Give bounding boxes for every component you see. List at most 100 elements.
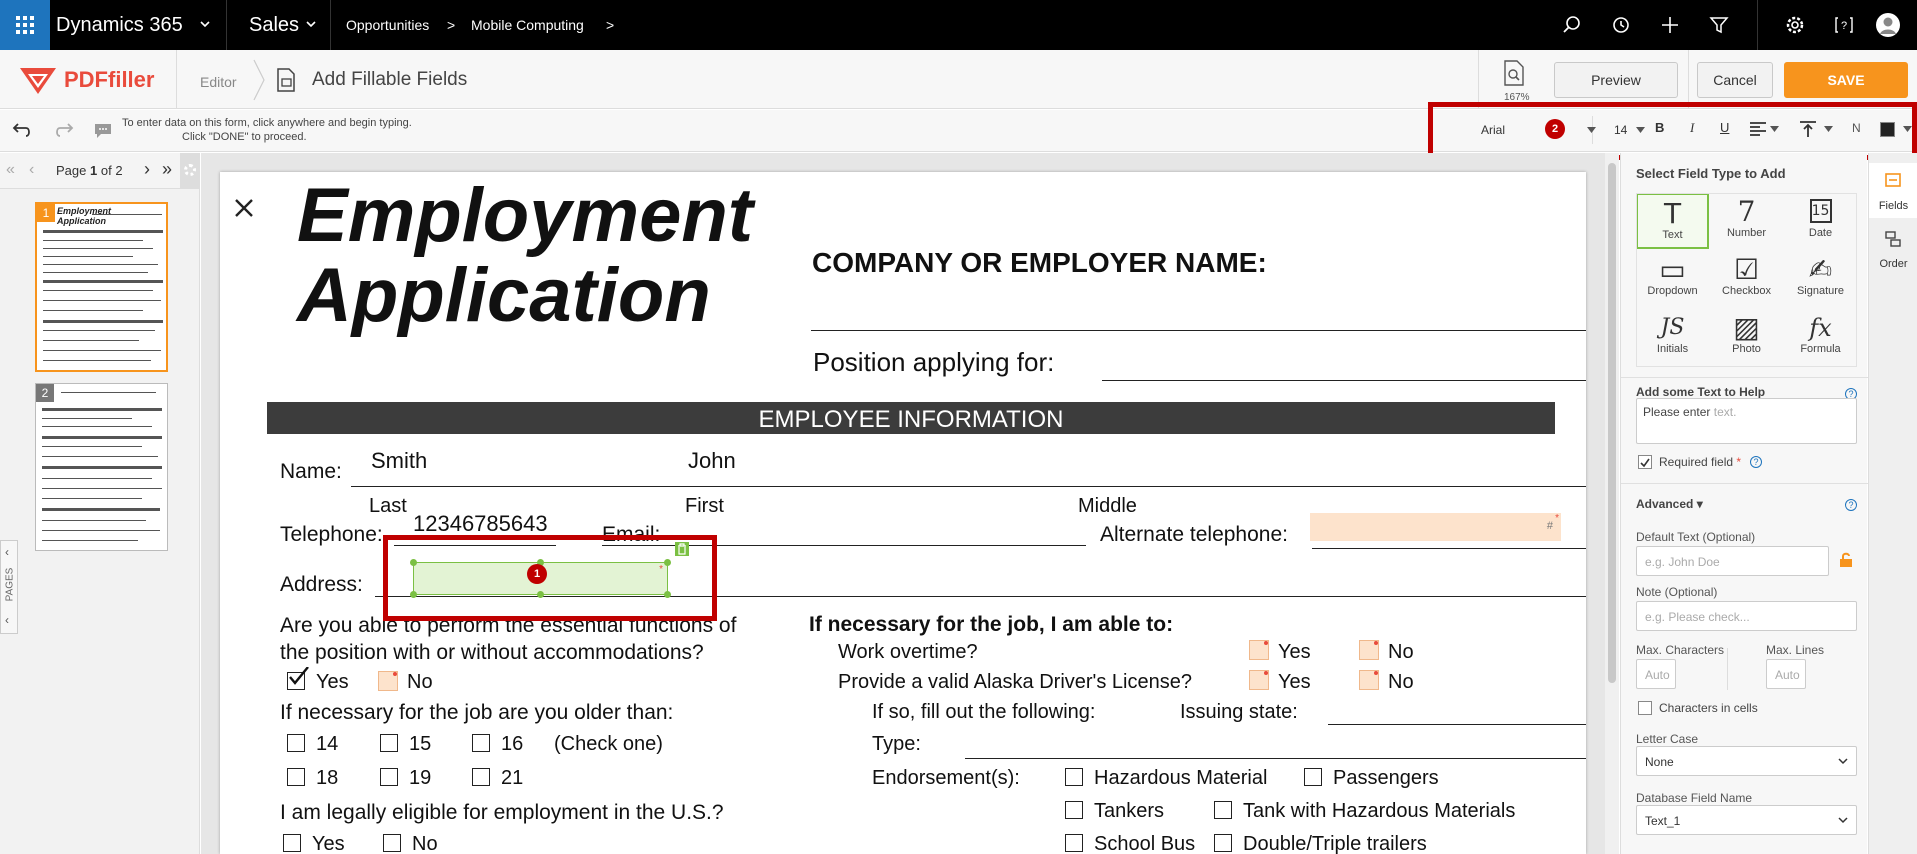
max-lines-input[interactable]: Auto [1766,659,1806,689]
age-15-checkbox[interactable] [380,734,398,752]
license-yes-field[interactable] [1249,670,1269,690]
info-icon[interactable]: ? [1750,456,1762,468]
right-tabs: Fields Order [1868,153,1917,854]
required-label: Required field * [1659,455,1742,469]
breadcrumb-separator: > [447,17,456,33]
letter-case-select[interactable]: None [1636,746,1857,776]
field-type-dropdown[interactable]: ▭ Dropdown [1636,251,1709,307]
default-text-input[interactable]: e.g. John Doe [1636,546,1829,576]
first-page-icon[interactable]: « [6,161,15,179]
max-characters-input[interactable]: Auto [1636,659,1676,689]
endorsement-school-bus-checkbox[interactable] [1065,834,1083,852]
age-21-checkbox[interactable] [472,768,490,786]
name-last-value[interactable]: Smith [371,448,427,474]
endorsement-hazardous-checkbox[interactable] [1065,768,1083,786]
pages-tab[interactable]: ‹ PAGES ‹ [0,540,18,634]
search-icon[interactable] [1562,15,1582,35]
document-scrollbar[interactable] [1605,153,1619,854]
overtime-yes-label: Yes [1278,641,1311,663]
thumbnail-page-2[interactable]: 2 [35,383,168,551]
tab-order[interactable]: Order [1869,221,1917,276]
module-name[interactable]: Sales [249,0,299,50]
endorsement-school-bus-label: School Bus [1094,833,1196,854]
name-first-value[interactable]: John [688,448,736,474]
waffle-icon [16,16,34,34]
page-indicator: Page 1 of 2 [56,163,123,178]
app-launcher-button[interactable] [0,0,50,50]
license-no-field[interactable] [1359,670,1379,690]
field-type-number[interactable]: 7 Number [1710,193,1783,249]
field-type-initials[interactable]: JS Initials [1636,309,1709,365]
chevron-down-icon[interactable] [200,21,210,29]
thumbnail-page-1[interactable]: 1 Employment Application [35,202,168,372]
chars-in-cells-checkbox[interactable] [1638,701,1652,715]
help-text-input[interactable]: Please enter text. [1636,398,1857,444]
next-page-icon[interactable]: › [144,159,150,180]
help-icon[interactable]: ? [1834,15,1854,35]
check-one-label: (Check one) [554,733,663,755]
breadcrumb-record[interactable]: Mobile Computing [471,0,584,50]
age-19-checkbox[interactable] [380,768,398,786]
alt-telephone-field[interactable]: # * [1310,513,1561,541]
breadcrumb-opportunities[interactable]: Opportunities [346,0,429,50]
endorsement-tankers-checkbox[interactable] [1065,801,1083,819]
field-type-formula[interactable]: fx Formula [1784,309,1857,365]
overtime-no-field[interactable] [1359,640,1379,660]
field-type-checkbox[interactable]: ☑ Checkbox [1710,251,1783,307]
field-type-label: Formula [1800,343,1841,355]
add-icon[interactable] [1660,15,1680,35]
able-no-label: No [407,671,433,693]
field-type-photo[interactable]: ▨ Photo [1710,309,1783,365]
able-no-field[interactable] [378,671,398,691]
redo-icon[interactable] [54,122,74,138]
close-icon[interactable] [234,198,254,218]
prev-page-icon[interactable]: ‹ [29,161,34,179]
field-type-label: Number [1726,227,1767,239]
last-page-icon[interactable]: » [162,159,172,180]
note-input[interactable]: e.g. Please check... [1636,601,1857,631]
zoom-icon[interactable] [1503,60,1525,86]
endorsement-tank-hazmat-checkbox[interactable] [1214,801,1232,819]
if-necessary-header: If necessary for the job, I am able to: [809,613,1174,636]
lock-icon[interactable] [1839,552,1853,568]
field-type-date[interactable]: 15 Date [1784,193,1857,249]
cancel-button[interactable]: Cancel [1697,62,1773,98]
document-page[interactable]: Employment Application COMPANY OR EMPLOY… [220,172,1586,854]
undo-icon[interactable] [12,122,32,138]
age-16-checkbox[interactable] [472,734,490,752]
legal-no-checkbox[interactable] [383,834,401,852]
default-text-label: Default Text (Optional) [1636,530,1756,544]
telephone-value[interactable]: 12346785643 [413,511,548,537]
endorsement-double-triple-checkbox[interactable] [1214,834,1232,852]
field-type-signature[interactable]: ✍ Signature [1784,251,1857,307]
able-yes-checkbox[interactable] [287,667,309,690]
required-checkbox[interactable] [1638,455,1652,469]
endorsement-passengers-checkbox[interactable] [1304,768,1322,786]
address-label: Address: [280,573,363,596]
scrollbar-thumb[interactable] [1608,163,1616,683]
legal-yes-checkbox[interactable] [283,834,301,852]
info-icon[interactable]: ? [1845,499,1857,511]
filter-icon[interactable] [1709,15,1729,35]
tab-fields[interactable]: Fields [1869,163,1917,218]
overtime-yes-field[interactable] [1249,640,1269,660]
doc-title-line2: Application [297,253,711,338]
max-characters-label: Max. Characters [1636,643,1725,657]
doc-title-line1: Employment [297,173,754,258]
age-18-checkbox[interactable] [287,768,305,786]
db-field-select[interactable]: Text_1 [1636,805,1857,835]
settings-gear-icon[interactable] [180,153,200,189]
age-14-checkbox[interactable] [287,734,305,752]
advanced-toggle[interactable]: Advanced ▾ [1636,497,1703,511]
app-name[interactable]: Dynamics 365 [56,0,183,50]
question-able-line2: the position with or without accommodati… [280,641,704,664]
preview-button[interactable]: Preview [1554,62,1678,98]
field-type-text[interactable]: T Text [1636,193,1709,249]
legal-no-label: No [412,833,438,854]
recent-icon[interactable] [1611,15,1631,35]
chevron-down-icon[interactable] [306,21,316,29]
user-avatar-icon[interactable] [1875,12,1901,38]
gear-icon[interactable] [1785,15,1805,35]
save-button[interactable]: SAVE [1784,62,1908,98]
breadcrumb-editor[interactable]: Editor [200,74,237,90]
